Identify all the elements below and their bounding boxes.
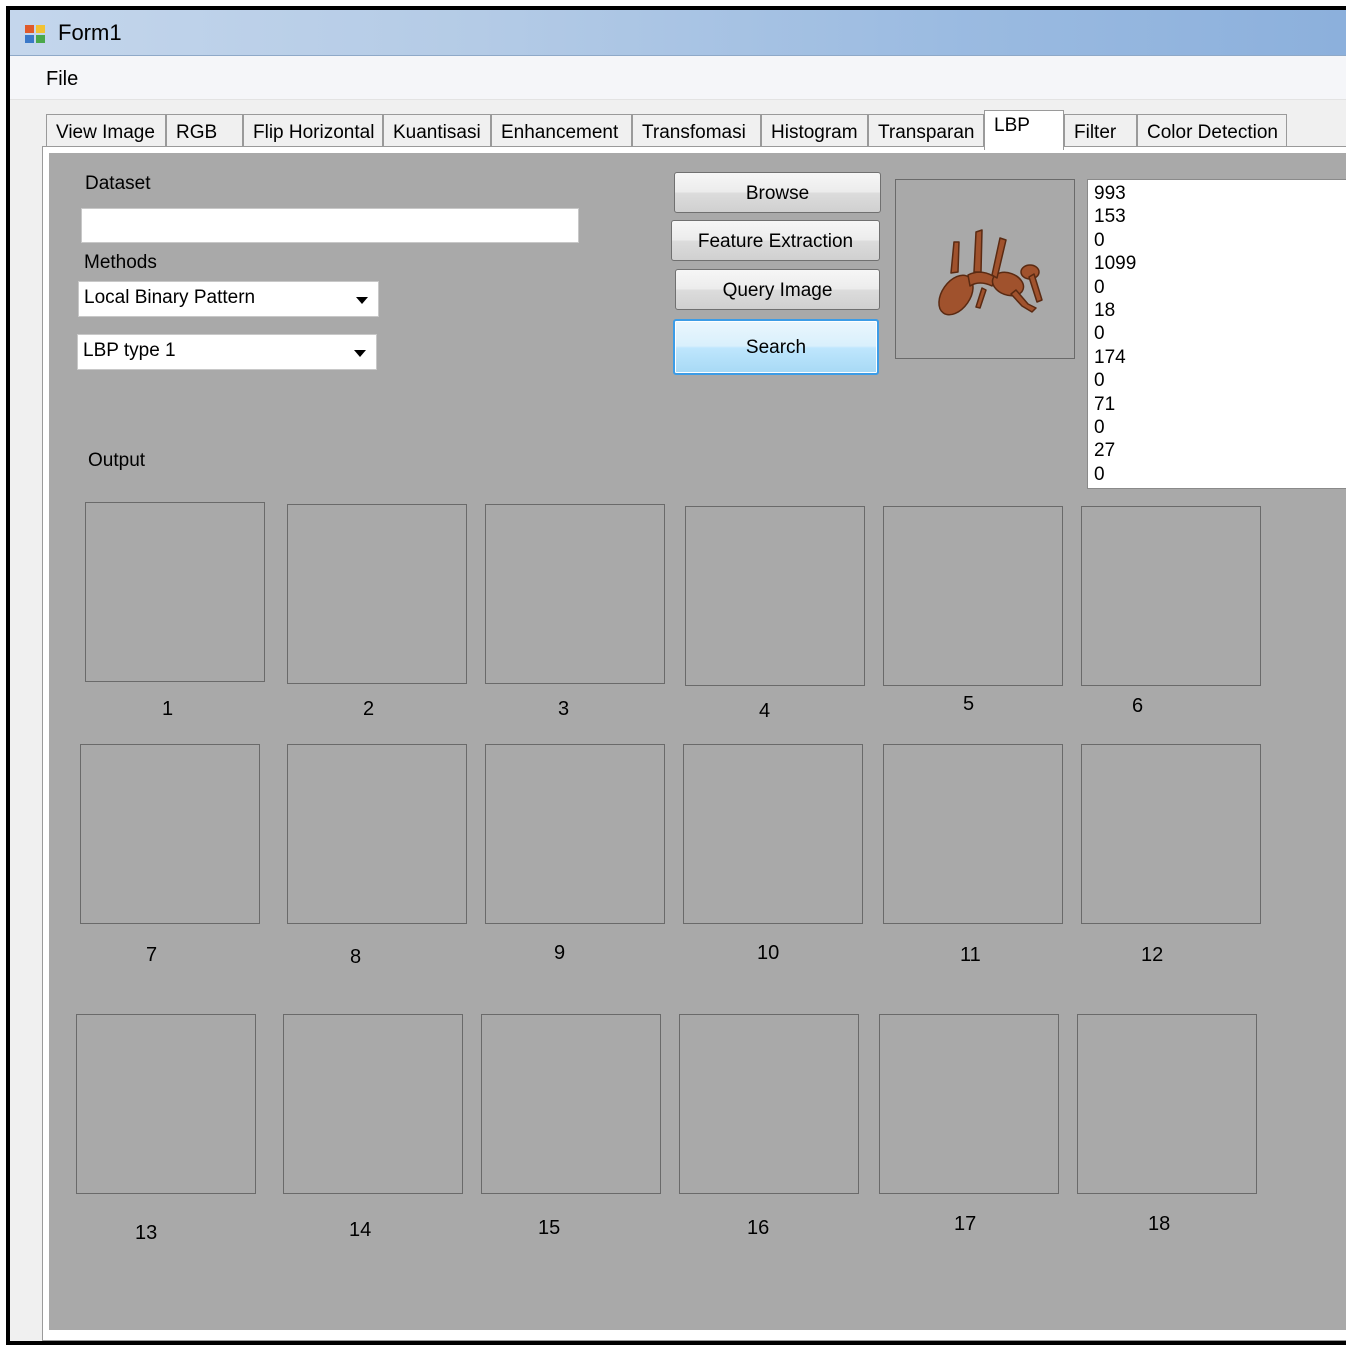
app-icon (25, 25, 45, 43)
list-item[interactable]: 0 (1094, 276, 1346, 299)
dataset-input[interactable] (81, 208, 579, 243)
query-image-button[interactable]: Query Image (675, 269, 880, 310)
list-item[interactable]: 993 (1094, 182, 1346, 205)
result-image-14 (283, 1014, 463, 1194)
result-image-5 (883, 506, 1063, 686)
result-label-12: 12 (1141, 944, 1164, 966)
tab-lbp[interactable]: LBP (984, 110, 1064, 150)
tab-transfomasi[interactable]: Transfomasi (632, 114, 761, 148)
query-image-preview (895, 179, 1075, 359)
result-label-3: 3 (558, 698, 570, 720)
result-label-10: 10 (757, 942, 780, 964)
result-label-9: 9 (554, 942, 566, 964)
result-image-12 (1081, 744, 1261, 924)
result-image-15 (481, 1014, 661, 1194)
tab-histogram[interactable]: Histogram (761, 114, 868, 148)
tab-view-image[interactable]: View Image (46, 114, 166, 148)
chevron-down-icon (354, 350, 366, 357)
feature-values-list[interactable]: 993 153 0 1099 0 18 0 174 0 71 0 27 0 (1087, 179, 1346, 489)
method-select[interactable]: Local Binary Pattern (78, 281, 379, 317)
result-image-6 (1081, 506, 1261, 686)
tab-kuantisasi[interactable]: Kuantisasi (383, 114, 491, 148)
result-image-10 (683, 744, 863, 924)
method-select-value: Local Binary Pattern (84, 287, 256, 308)
result-label-14: 14 (349, 1219, 372, 1241)
result-label-6: 6 (1132, 695, 1144, 717)
menu-bar: File (10, 56, 1346, 100)
result-image-11 (883, 744, 1063, 924)
window-title: Form1 (58, 20, 122, 45)
search-button[interactable]: Search (673, 319, 879, 375)
result-label-7: 7 (146, 944, 158, 966)
output-label: Output (88, 450, 146, 471)
result-label-8: 8 (350, 946, 362, 968)
list-item[interactable]: 71 (1094, 393, 1346, 416)
list-item[interactable]: 0 (1094, 463, 1346, 486)
result-image-8 (287, 744, 467, 924)
lbp-type-select-value: LBP type 1 (83, 340, 176, 361)
list-item[interactable]: 0 (1094, 322, 1346, 345)
lbp-panel: Dataset Methods Local Binary Pattern LBP… (49, 153, 1346, 1330)
result-image-3 (485, 504, 665, 684)
browse-button[interactable]: Browse (674, 172, 881, 213)
lbp-type-select[interactable]: LBP type 1 (77, 334, 377, 370)
list-item[interactable]: 0 (1094, 416, 1346, 439)
chevron-down-icon (356, 297, 368, 304)
feature-extraction-button[interactable]: Feature Extraction (671, 220, 880, 261)
result-label-2: 2 (363, 698, 375, 720)
result-image-2 (287, 504, 467, 684)
result-label-5: 5 (963, 693, 975, 715)
result-label-15: 15 (538, 1217, 561, 1239)
tab-rgb[interactable]: RGB (166, 114, 243, 148)
ant-icon (938, 229, 1043, 316)
tab-flip-horizontal[interactable]: Flip Horizontal (243, 114, 383, 148)
result-image-4 (685, 506, 865, 686)
list-item[interactable]: 0 (1094, 369, 1346, 392)
result-image-9 (485, 744, 665, 924)
tab-transparan[interactable]: Transparan (868, 114, 984, 148)
tab-color-detection[interactable]: Color Detection (1137, 114, 1287, 148)
result-label-16: 16 (747, 1217, 770, 1239)
result-label-1: 1 (162, 698, 174, 720)
tab-strip: View Image RGB Flip Horizontal Kuantisas… (46, 110, 1346, 150)
methods-label: Methods (84, 252, 157, 273)
list-item[interactable]: 27 (1094, 439, 1346, 462)
result-image-17 (879, 1014, 1059, 1194)
tab-filter[interactable]: Filter (1064, 114, 1137, 148)
menu-file[interactable]: File (46, 68, 78, 91)
result-label-13: 13 (135, 1222, 158, 1244)
list-item[interactable]: 153 (1094, 205, 1346, 228)
result-image-18 (1077, 1014, 1257, 1194)
result-label-11: 11 (960, 944, 981, 966)
result-label-18: 18 (1148, 1213, 1171, 1235)
list-item[interactable]: 0 (1094, 229, 1346, 252)
tab-page-lbp: Dataset Methods Local Binary Pattern LBP… (42, 146, 1346, 1341)
title-bar[interactable]: Form1 (10, 10, 1346, 56)
result-image-13 (76, 1014, 256, 1194)
list-item[interactable]: 174 (1094, 346, 1346, 369)
result-image-7 (80, 744, 260, 924)
dataset-label: Dataset (85, 173, 151, 194)
result-label-4: 4 (759, 700, 771, 722)
tab-enhancement[interactable]: Enhancement (491, 114, 632, 148)
list-item[interactable]: 1099 (1094, 252, 1346, 275)
result-label-17: 17 (954, 1213, 977, 1235)
window: Form1 File View Image RGB Flip Horizonta… (6, 6, 1346, 1345)
result-image-1 (85, 502, 265, 682)
list-item[interactable]: 18 (1094, 299, 1346, 322)
result-image-16 (679, 1014, 859, 1194)
